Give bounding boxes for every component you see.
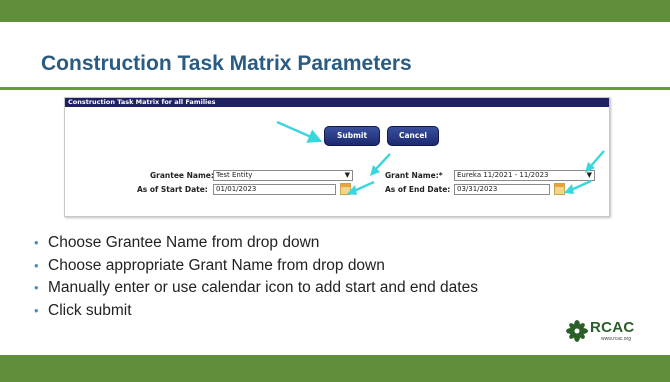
start-date-label: As of Start Date: xyxy=(137,185,208,194)
list-item-text: Choose appropriate Grant Name from drop … xyxy=(48,256,385,274)
list-item-text: Manually enter or use calendar icon to a… xyxy=(48,279,478,296)
bullet-icon: • xyxy=(34,302,39,318)
list-item-text: Click submit xyxy=(48,301,132,319)
arrow-to-grant-select-icon xyxy=(585,150,605,173)
list-item: • Choose Grantee Name from drop down xyxy=(34,232,654,255)
instruction-list: • Choose Grantee Name from drop down • Cho… xyxy=(34,232,654,322)
list-item: • Choose appropriate Grant Name from drop… xyxy=(34,255,654,278)
start-date-input[interactable]: 01/01/2023 xyxy=(213,184,336,195)
arrow-to-submit-icon xyxy=(276,120,323,143)
list-item: • Click submit xyxy=(34,300,654,323)
title-divider xyxy=(0,87,670,90)
logo-url: www.rcac.org xyxy=(601,336,632,342)
arrow-to-grantee-select-icon xyxy=(370,153,391,176)
logo-name: RCAC xyxy=(590,319,635,336)
end-date-input[interactable]: 03/31/2023 xyxy=(454,184,550,195)
list-item-text: Choose Grantee Name from drop down xyxy=(48,234,320,251)
bottom-band xyxy=(0,355,670,382)
submit-button[interactable]: Submit xyxy=(324,126,380,146)
end-date-label: As of End Date: xyxy=(385,185,451,194)
bullet-icon: • xyxy=(34,235,39,250)
bullet-icon: • xyxy=(34,257,39,273)
grantee-name-label: Grantee Name: xyxy=(150,171,214,180)
grant-name-value: Eureka 11/2021 - 11/2023 xyxy=(457,171,549,179)
bullet-icon: • xyxy=(34,280,39,295)
list-item: • Manually enter or use calendar icon to … xyxy=(34,277,654,300)
embedded-form-screenshot: Construction Task Matrix for all Familie… xyxy=(64,97,610,217)
grantee-name-value: Test Entity xyxy=(216,171,253,179)
form-header: Construction Task Matrix for all Familie… xyxy=(65,98,609,107)
slide-title: Construction Task Matrix Parameters xyxy=(41,52,412,75)
cancel-button[interactable]: Cancel xyxy=(387,126,439,146)
arrow-to-end-calendar-icon xyxy=(564,179,592,194)
top-band xyxy=(0,0,670,22)
leaf-icon xyxy=(566,320,588,342)
rcac-logo: RCAC www.rcac.org xyxy=(565,318,647,346)
grantee-name-select[interactable]: Test Entity ▼ xyxy=(213,170,353,181)
arrow-to-start-calendar-icon xyxy=(347,180,375,195)
